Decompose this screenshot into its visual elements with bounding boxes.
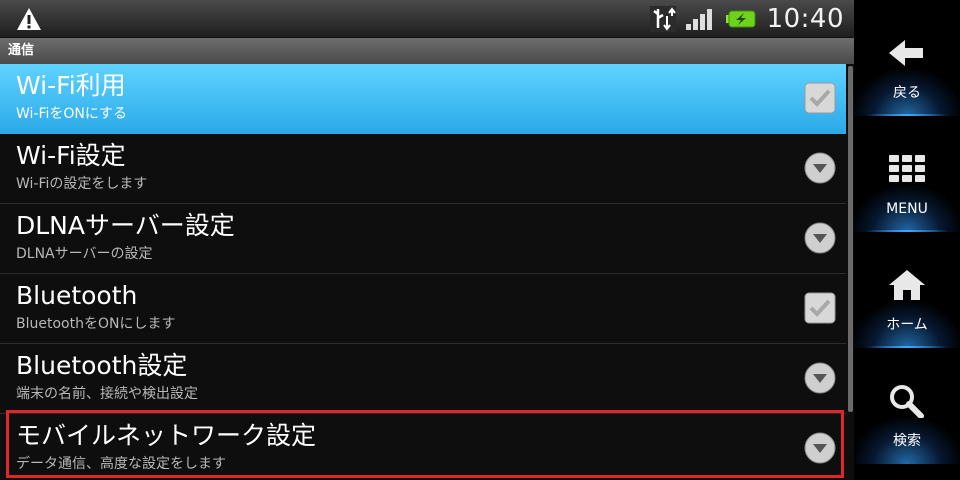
battery-charging-icon (726, 10, 756, 28)
setting-row-mobile-network[interactable]: モバイルネットワーク設定 データ通信、高度な設定をします (0, 414, 846, 480)
search-button[interactable]: 検索 (854, 348, 960, 464)
setting-subtitle: データ通信、高度な設定をします (16, 456, 226, 472)
chevron-down-icon[interactable] (804, 152, 836, 184)
setting-row-dlna[interactable]: DLNAサーバー設定 DLNAサーバーの設定 (0, 204, 846, 274)
warning-icon (17, 8, 41, 30)
setting-subtitle: Wi-Fiの設定をします (16, 176, 148, 192)
nav-bar: 戻る MENU ホーム 検索 (854, 0, 960, 480)
setting-row-wifi-enable[interactable]: Wi-Fi利用 Wi-FiをONにする (0, 64, 846, 134)
usb-icon (650, 6, 676, 32)
search-icon (890, 385, 924, 418)
setting-subtitle: 端末の名前、接続や検出設定 (16, 386, 198, 402)
setting-row-bluetooth-enable[interactable]: Bluetooth BluetoothをONにします (0, 274, 846, 344)
setting-subtitle: Wi-FiをONにする (16, 106, 128, 122)
setting-subtitle: DLNAサーバーの設定 (16, 246, 153, 262)
setting-row-bluetooth-settings[interactable]: Bluetooth設定 端末の名前、接続や検出設定 (0, 344, 846, 414)
menu-button[interactable]: MENU (854, 116, 960, 232)
section-header: 通信 (0, 38, 854, 64)
list-scrollbar[interactable] (848, 66, 853, 412)
setting-row-wifi-settings[interactable]: Wi-Fi設定 Wi-Fiの設定をします (0, 134, 846, 204)
setting-title: DLNAサーバー設定 (16, 211, 235, 240)
home-label: ホーム (886, 317, 928, 333)
setting-subtitle: BluetoothをONにします (16, 316, 176, 332)
checkbox-checked-icon[interactable] (804, 82, 836, 114)
chevron-down-icon[interactable] (804, 222, 836, 254)
back-button[interactable]: 戻る (854, 0, 960, 116)
setting-title: Bluetooth設定 (16, 351, 188, 380)
menu-grid-icon (889, 155, 925, 182)
signal-icon (686, 9, 712, 30)
menu-label: MENU (886, 201, 928, 217)
setting-title: Bluetooth (16, 281, 138, 310)
back-label: 戻る (893, 85, 921, 101)
back-arrow-icon (889, 40, 923, 66)
home-button[interactable]: ホーム (854, 232, 960, 348)
setting-title: モバイルネットワーク設定 (16, 421, 317, 450)
setting-title: Wi-Fi設定 (16, 141, 126, 170)
search-label: 検索 (893, 433, 921, 449)
setting-title: Wi-Fi利用 (16, 71, 126, 100)
status-time: 10:40 (766, 4, 844, 34)
settings-list: Wi-Fi利用 Wi-FiをONにする Wi-Fi設定 Wi-Fiの設定をします… (0, 64, 854, 480)
checkbox-checked-icon[interactable] (804, 292, 836, 324)
chevron-down-icon[interactable] (804, 432, 836, 464)
home-icon (889, 270, 925, 300)
status-bar: 10:40 (0, 0, 854, 38)
chevron-down-icon[interactable] (804, 362, 836, 394)
